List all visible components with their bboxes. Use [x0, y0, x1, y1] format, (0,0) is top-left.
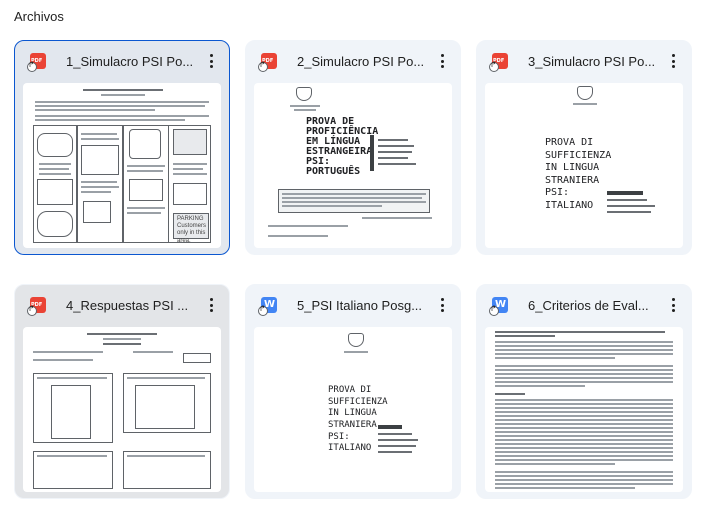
file-name: 1_Simulacro PSI Po... — [66, 54, 194, 69]
section-title: Archivos — [14, 9, 64, 24]
file-preview[interactable]: PARKING Customers only in this area. — [23, 83, 221, 248]
file-preview[interactable] — [23, 327, 221, 492]
parking-sign-text: PARKING Customers only in this area. — [177, 216, 207, 244]
file-card-3[interactable]: 3_Simulacro PSI Po... PROVA DI SUFFICIEN… — [476, 40, 692, 255]
more-options-icon[interactable] — [432, 295, 452, 315]
file-preview[interactable]: PROVA DI SUFFICIENZA IN LINGUA STRANIERA… — [254, 327, 452, 492]
shortcut-icon — [258, 60, 268, 72]
shortcut-icon — [489, 304, 499, 316]
file-card-5[interactable]: 5_PSI Italiano Posg... PROVA DI SUFFICIE… — [245, 284, 461, 499]
file-name: 2_Simulacro PSI Po... — [297, 54, 425, 69]
file-card-2[interactable]: 2_Simulacro PSI Po... PROVA DE PROFICIÊN… — [245, 40, 461, 255]
card-header: 6_Criterios de Eval... — [477, 285, 691, 327]
file-preview[interactable]: PROVA DI SUFFICIENZA IN LINGUA STRANIERA… — [485, 83, 683, 248]
file-card-1[interactable]: 1_Simulacro PSI Po... — [14, 40, 230, 255]
file-preview[interactable] — [485, 327, 683, 492]
shortcut-icon — [27, 304, 37, 316]
more-options-icon[interactable] — [663, 51, 683, 71]
card-header: 3_Simulacro PSI Po... — [477, 41, 691, 83]
shortcut-icon — [27, 60, 37, 72]
file-card-6[interactable]: 6_Criterios de Eval... — [476, 284, 692, 499]
shortcut-icon — [489, 60, 499, 72]
card-header: 5_PSI Italiano Posg... — [246, 285, 460, 327]
card-header: 4_Respuestas PSI ... — [15, 285, 229, 327]
file-name: 4_Respuestas PSI ... — [66, 298, 189, 313]
file-preview[interactable]: PROVA DE PROFICIÊNCIA EM LÍNGUA ESTRANGE… — [254, 83, 452, 248]
more-options-icon[interactable] — [432, 51, 452, 71]
more-options-icon[interactable] — [201, 295, 221, 315]
more-options-icon[interactable] — [663, 295, 683, 315]
file-name: 6_Criterios de Eval... — [528, 298, 649, 313]
file-name: 5_PSI Italiano Posg... — [297, 298, 423, 313]
file-card-4[interactable]: 4_Respuestas PSI ... — [14, 284, 230, 499]
file-name: 3_Simulacro PSI Po... — [528, 54, 656, 69]
card-header: 1_Simulacro PSI Po... — [15, 41, 229, 83]
shortcut-icon — [258, 304, 268, 316]
card-header: 2_Simulacro PSI Po... — [246, 41, 460, 83]
more-options-icon[interactable] — [201, 51, 221, 71]
